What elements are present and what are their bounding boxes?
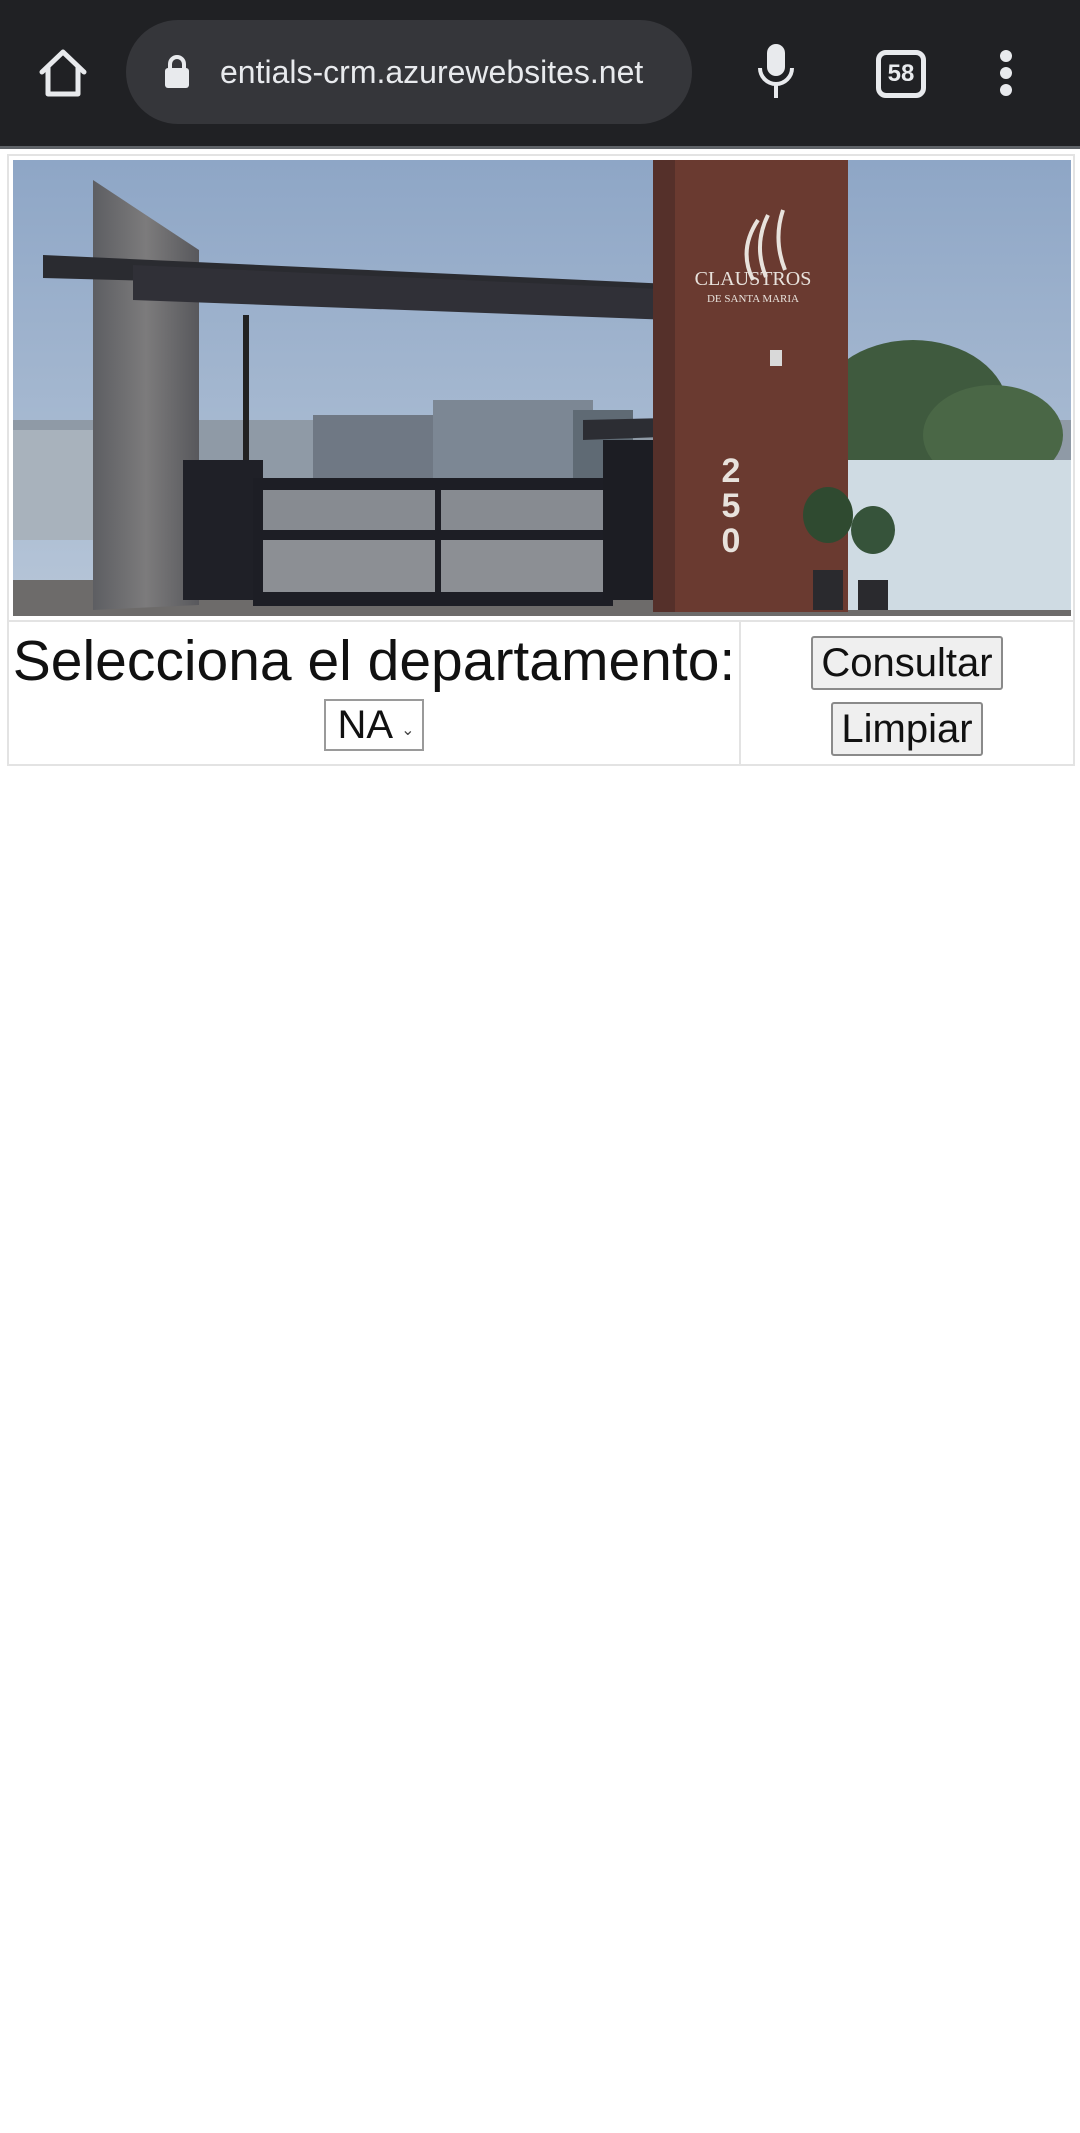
department-select-cell: Selecciona el departamento: NA ⌄ [9, 622, 741, 764]
page-layout-table: CLAUSTROS DE SANTA MARIA 2 5 0 Seleccion… [7, 154, 1075, 766]
department-form-row: Selecciona el departamento: NA ⌄ Consult… [9, 622, 1073, 764]
department-prompt-label: Selecciona el departamento: [12, 629, 736, 693]
sign-line-1: CLAUSTROS [695, 268, 812, 290]
url-text[interactable]: entials-crm.azurewebsites.net [220, 20, 672, 124]
tab-switcher-icon[interactable]: 58 [876, 50, 926, 98]
department-selected-value: NA [337, 702, 394, 747]
toolbar-divider [0, 146, 1080, 149]
overflow-menu-icon[interactable] [996, 50, 1016, 98]
address-bar[interactable]: entials-crm.azurewebsites.net [126, 20, 692, 124]
tab-count: 58 [887, 60, 915, 87]
actions-cell: Consultar Limpiar [741, 622, 1073, 764]
microphone-icon[interactable] [756, 42, 796, 102]
lock-icon [165, 55, 189, 88]
sign-line-2: DE SANTA MARIA [707, 293, 799, 305]
limpiar-button[interactable]: Limpiar [831, 702, 983, 756]
department-select[interactable]: NA ⌄ [323, 699, 425, 751]
consultar-button[interactable]: Consultar [811, 636, 1003, 690]
home-icon[interactable] [36, 46, 90, 100]
chevron-down-icon: ⌄ [401, 722, 415, 739]
banner-cell: CLAUSTROS DE SANTA MARIA 2 5 0 [9, 156, 1073, 622]
address-digit-1: 2 [722, 452, 741, 490]
address-digit-2: 5 [722, 487, 741, 525]
address-digit-3: 0 [722, 522, 741, 560]
entrance-gate-photo: CLAUSTROS DE SANTA MARIA 2 5 0 [13, 160, 1071, 616]
browser-toolbar: entials-crm.azurewebsites.net 58 [0, 0, 1080, 146]
